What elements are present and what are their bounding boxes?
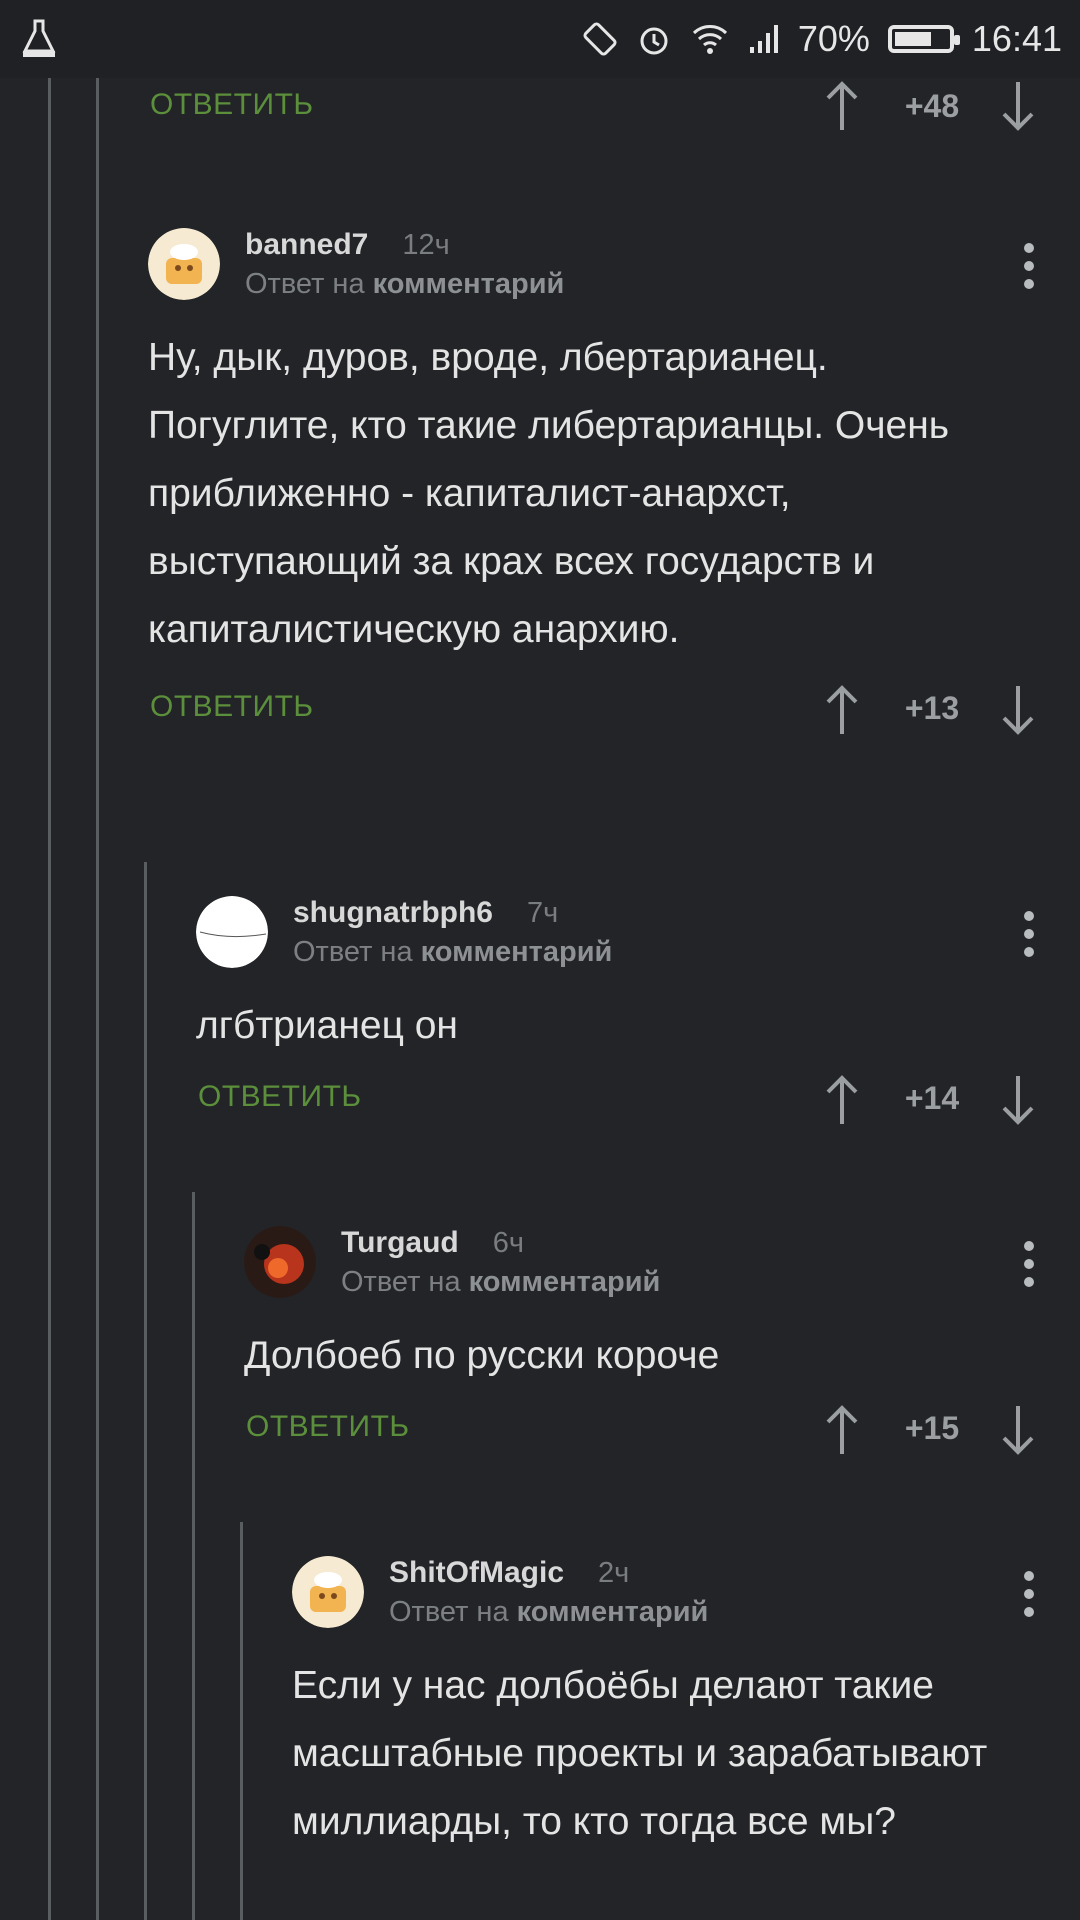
fire-avatar[interactable] (244, 1226, 316, 1298)
comment-text: Ну, дык, дуров, вроде, лбертарианец. Пог… (148, 336, 950, 651)
status-bar: 70% 16:41 (0, 0, 1080, 78)
reply-to: Ответ на комментарий (293, 936, 613, 968)
reply-target-link[interactable]: комментарий (469, 1266, 661, 1298)
more-options-icon[interactable] (1024, 911, 1034, 957)
thread-line-3 (144, 862, 147, 1920)
signal-icon (748, 21, 780, 57)
upvote-icon[interactable] (824, 1400, 860, 1460)
reply-to: Ответ на комментарий (389, 1596, 709, 1628)
comment-text: Если у нас долбоёбы делают такие масштаб… (292, 1664, 988, 1843)
more-options-icon[interactable] (1024, 1241, 1034, 1287)
thread-line-4 (192, 1192, 195, 1920)
username[interactable]: banned7 (245, 228, 368, 261)
rotate-icon (582, 21, 618, 57)
upvote-icon[interactable] (824, 76, 860, 136)
reply-button[interactable]: ОТВЕТИТЬ (150, 690, 314, 724)
username[interactable]: ShitOfMagic (389, 1556, 564, 1589)
reply-target-link[interactable]: комментарий (421, 936, 613, 968)
thread-line-2 (96, 78, 99, 1920)
downvote-icon[interactable] (1000, 1400, 1036, 1460)
score: +48 (904, 88, 960, 124)
battery-percent: 70% (797, 18, 870, 59)
comment-text: Долбоеб по русски короче (244, 1334, 720, 1377)
comment: banned7 12ч Ответ на комментарий Ну, дык,… (148, 228, 1080, 740)
downvote-icon[interactable] (1000, 1070, 1036, 1130)
wifi-icon (690, 21, 730, 57)
timestamp: 12ч (402, 229, 450, 261)
comment: shugnatrbph6 7ч Ответ на комментарий лгбт… (196, 896, 1080, 1130)
score: +13 (904, 690, 960, 726)
battery-icon (887, 25, 960, 53)
cleaner-icon (18, 18, 60, 60)
reply-target-link[interactable]: комментарий (373, 268, 565, 300)
reply-to: Ответ на комментарий (341, 1266, 661, 1298)
more-options-icon[interactable] (1024, 243, 1034, 289)
alarm-icon (636, 21, 672, 57)
reply-button[interactable]: ОТВЕТИТЬ (198, 1080, 362, 1114)
cake-avatar[interactable] (148, 228, 220, 300)
white-avatar[interactable] (196, 896, 268, 968)
comment: Turgaud 6ч Ответ на комментарий Долбоеб п… (244, 1226, 1080, 1460)
prev-comment-actions: ОТВЕТИТЬ +48 (148, 78, 1080, 138)
comment-text: лгбтрианец он (196, 1004, 458, 1047)
more-options-icon[interactable] (1024, 1571, 1034, 1617)
timestamp: 2ч (598, 1557, 630, 1589)
thread-line-5 (240, 1522, 243, 1920)
upvote-icon[interactable] (824, 680, 860, 740)
upvote-icon[interactable] (824, 1070, 860, 1130)
score: +14 (904, 1080, 960, 1116)
comment: ShitOfMagic 2ч Ответ на комментарий Если … (292, 1556, 1080, 1856)
username[interactable]: shugnatrbph6 (293, 896, 493, 929)
reply-button[interactable]: ОТВЕТИТЬ (246, 1410, 410, 1444)
clock: 16:41 (971, 18, 1062, 59)
reply-to: Ответ на комментарий (245, 268, 565, 300)
reply-button[interactable]: ОТВЕТИТЬ (150, 88, 314, 122)
reply-target-link[interactable]: комментарий (517, 1596, 709, 1628)
downvote-icon[interactable] (1000, 76, 1036, 136)
score: +15 (904, 1410, 960, 1446)
username[interactable]: Turgaud (341, 1226, 459, 1259)
downvote-icon[interactable] (1000, 680, 1036, 740)
timestamp: 7ч (527, 897, 559, 929)
timestamp: 6ч (492, 1227, 525, 1259)
thread-line-1 (48, 78, 51, 1920)
cake-avatar[interactable] (292, 1556, 364, 1628)
